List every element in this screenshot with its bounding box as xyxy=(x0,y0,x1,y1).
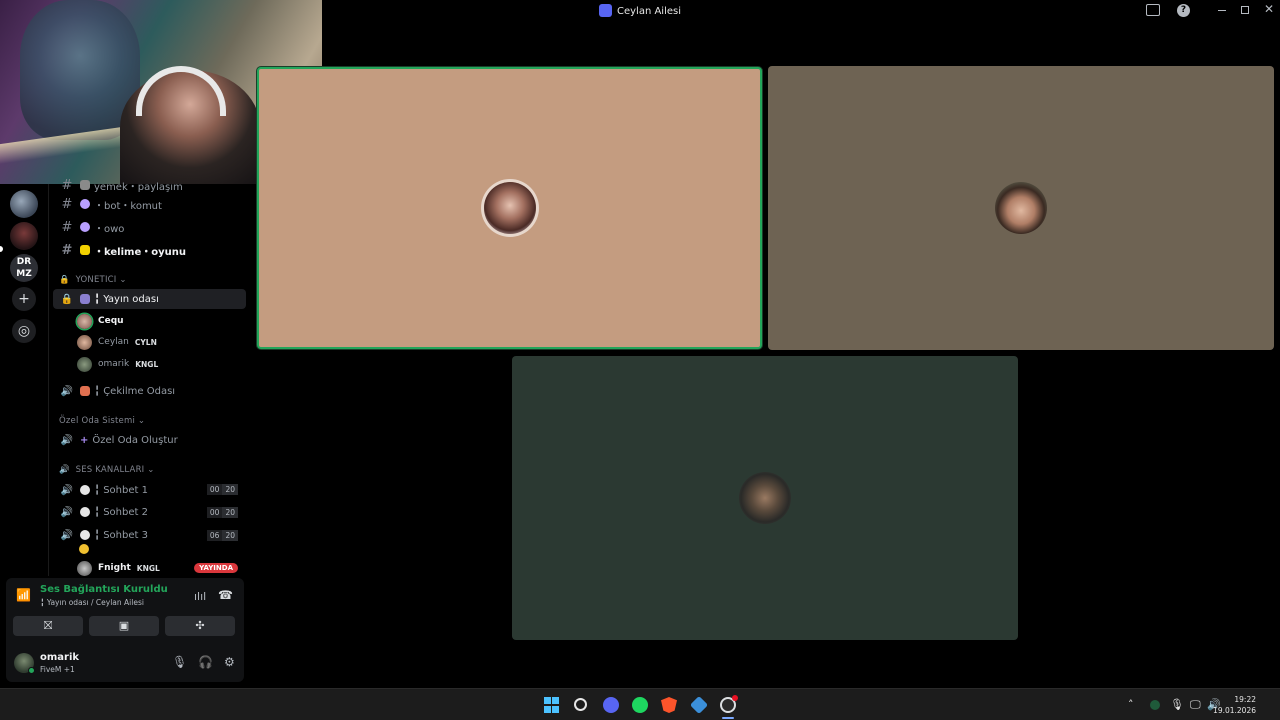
voice-connection-panel: 📶 Ses Bağlantısı Kuruldu ╏ Yayın odası /… xyxy=(6,578,244,682)
category-private[interactable]: Özel Oda Sistemi ⌄ xyxy=(59,416,145,426)
settings-gear-icon[interactable]: ⚙ xyxy=(224,655,235,669)
notification-dot xyxy=(732,695,738,701)
category-voice[interactable]: 🔊 SES KANALLARI ⌄ xyxy=(59,465,155,475)
minimize-button[interactable] xyxy=(1218,10,1226,11)
clan-tag: KNGL xyxy=(136,563,160,573)
clan-tag: CYLN xyxy=(134,337,157,347)
avatar xyxy=(77,334,92,350)
unread-pill xyxy=(0,246,3,252)
headphones-icon[interactable]: 🎧 xyxy=(198,655,213,669)
server-avatar[interactable] xyxy=(10,222,38,250)
participant-avatar xyxy=(739,472,791,524)
clan-tag: KNGL xyxy=(135,359,159,369)
tray-chevron-icon[interactable]: ˄ xyxy=(1128,698,1134,711)
search-icon[interactable] xyxy=(574,698,587,711)
channel-owo[interactable]: # ・owo xyxy=(53,217,246,237)
spotify-icon[interactable] xyxy=(632,697,648,713)
video-tile-ceylan[interactable] xyxy=(768,66,1274,350)
speaker-icon: 🔊 xyxy=(60,434,74,446)
server-icon xyxy=(598,4,612,17)
speaker-icon: 🔊 xyxy=(59,465,70,475)
activities-button[interactable]: ✣ xyxy=(165,616,235,636)
hash-icon: # xyxy=(61,196,73,212)
add-server-icon[interactable]: + xyxy=(12,287,36,311)
game-launcher-icon[interactable] xyxy=(689,695,709,715)
system-clock[interactable]: 19:22 19.01.2026 xyxy=(1213,694,1256,716)
avatar xyxy=(77,313,92,329)
plus-icon: + xyxy=(80,434,89,446)
participant-avatar xyxy=(995,182,1047,234)
user-count: 06 20 xyxy=(206,530,238,541)
maximize-button[interactable] xyxy=(1241,6,1249,14)
controller-icon xyxy=(80,222,90,232)
camera-off-button[interactable]: ⛝ xyxy=(13,616,83,636)
online-status-icon xyxy=(28,667,35,674)
emoji-icon xyxy=(79,544,89,554)
voice-channel-path[interactable]: ╏ Yayın odası / Ceylan Ailesi xyxy=(40,598,144,607)
hash-icon: # xyxy=(61,219,73,235)
participant-avatar xyxy=(483,182,536,234)
video-tile-cequ[interactable] xyxy=(257,67,762,349)
noise-suppression-icon[interactable]: ılıl xyxy=(194,590,206,603)
help-icon[interactable]: ? xyxy=(1177,4,1190,17)
server-avatar[interactable]: DR MZ xyxy=(10,254,38,282)
screen-share-button[interactable]: ▣ xyxy=(89,616,159,636)
speaker-icon: 🔊 xyxy=(60,529,74,541)
lock-icon: 🔒 xyxy=(60,293,74,305)
voice-user-ceylan[interactable]: Ceylan CYLN xyxy=(77,333,157,351)
active-app-indicator xyxy=(722,717,734,719)
network-icon[interactable]: 🖵 xyxy=(1190,698,1201,712)
channel-bot-komut[interactable]: # ・bot・komut xyxy=(53,194,246,214)
channel-emoji xyxy=(80,294,90,304)
speaker-icon: 🔊 xyxy=(60,506,74,518)
voice-user-omarik[interactable]: omarik KNGL xyxy=(77,355,158,373)
channel-emoji xyxy=(80,386,90,396)
close-button[interactable]: ✕ xyxy=(1264,2,1274,16)
user-name[interactable]: omarik xyxy=(40,652,79,663)
server-avatar[interactable] xyxy=(10,190,38,218)
inbox-icon[interactable] xyxy=(1146,4,1160,16)
signal-icon: 📶 xyxy=(16,588,31,602)
channel-kelime-oyunu[interactable]: # ・kelime・oyunu xyxy=(53,240,246,260)
channel-cekilme-odasi[interactable]: 🔊 ╏ Çekilme Odası xyxy=(53,381,246,401)
voice-user-fnight[interactable]: Fnight KNGL xyxy=(77,559,160,577)
controller-icon xyxy=(80,199,90,209)
user-count: 00 20 xyxy=(206,484,238,495)
video-tile-omarik[interactable] xyxy=(512,356,1018,640)
hash-icon: # xyxy=(61,178,73,192)
discover-icon[interactable]: ◎ xyxy=(12,319,36,343)
voice-user-cequ[interactable]: Cequ xyxy=(77,312,124,330)
avatar xyxy=(77,356,92,372)
tray-microphone-icon[interactable]: 🎙 xyxy=(1170,698,1184,711)
speech-bubble-icon xyxy=(80,485,90,495)
taskbar: ˄ 🎙 🖵 🔊 19:22 19.01.2026 xyxy=(0,688,1280,720)
user-panel: omarik FiveM +1 🎙 🎧 ⚙ xyxy=(14,650,236,676)
speech-bubble-icon xyxy=(80,507,90,517)
channel-list: # yemek・paylaşım # ・bot・komut # ・owo # ・… xyxy=(48,178,250,577)
live-badge: YAYINDA xyxy=(194,563,238,573)
disconnect-icon[interactable]: ☎ xyxy=(218,588,233,602)
channel-yemek[interactable]: # yemek・paylaşım xyxy=(53,178,246,192)
hash-icon: # xyxy=(61,242,73,258)
user-activity: FiveM +1 xyxy=(40,665,75,674)
lock-icon: 🔒 xyxy=(59,275,70,285)
brave-browser-icon[interactable] xyxy=(661,697,677,713)
windows-start-icon[interactable] xyxy=(544,697,560,713)
voice-status[interactable]: Ses Bağlantısı Kuruldu xyxy=(40,584,168,595)
avatar xyxy=(77,560,92,576)
microphone-icon[interactable]: 🎙 xyxy=(172,655,187,669)
note-icon xyxy=(80,245,90,255)
user-count: 00 20 xyxy=(206,507,238,518)
channel-yayin-odasi[interactable]: 🔒 ╏ Yayın odası xyxy=(53,289,246,309)
category-admin[interactable]: 🔒 YONETICI ⌄ xyxy=(59,275,127,285)
tray-app-icon[interactable] xyxy=(1150,700,1160,710)
speech-bubble-icon xyxy=(80,530,90,540)
channel-emoji xyxy=(80,180,90,190)
speaker-icon: 🔊 xyxy=(60,484,74,496)
channel-create-room[interactable]: 🔊 + Özel Oda Oluştur xyxy=(53,430,246,450)
discord-icon[interactable] xyxy=(603,697,619,713)
speaker-icon: 🔊 xyxy=(60,385,74,397)
